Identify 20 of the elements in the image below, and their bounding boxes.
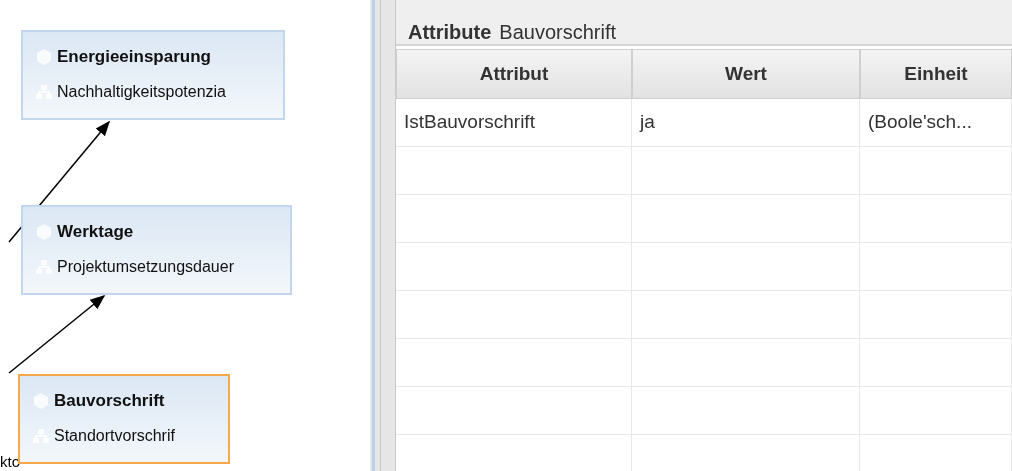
cube-icon [35,223,53,241]
diagram-node[interactable]: Energieeinsparung Nachhaltigkeitspotenzia [21,30,285,120]
panel-title: Attribute [408,20,492,44]
column-header[interactable]: Wert [632,49,860,99]
node-subtitle: Projektumsetzungsdauer [57,257,235,277]
cube-icon [32,392,50,410]
diagram-node[interactable]: Bauvorschrift Standortvorschrif [18,374,230,464]
diagram-node[interactable]: Werktage Projektumsetzungsdauer [21,205,292,295]
table-cell-text: (Boole'sch... [867,110,972,135]
cube-icon [35,48,53,66]
column-header[interactable]: Einheit [860,49,1012,99]
column-header[interactable]: Attribut [396,49,632,99]
table-cell-text: IstBauvorschrift [403,110,535,135]
panel-subtitle: Bauvorschrift [499,20,617,44]
node-title: Energieeinsparung [57,46,212,69]
table-cell-text: ja [638,110,655,135]
node-subtitle: Standortvorschrif [54,426,176,446]
node-subtitle: Nachhaltigkeitspotenzia [57,82,227,102]
node-title: Werktage [57,221,135,244]
node-title: Bauvorschrift [54,390,166,413]
